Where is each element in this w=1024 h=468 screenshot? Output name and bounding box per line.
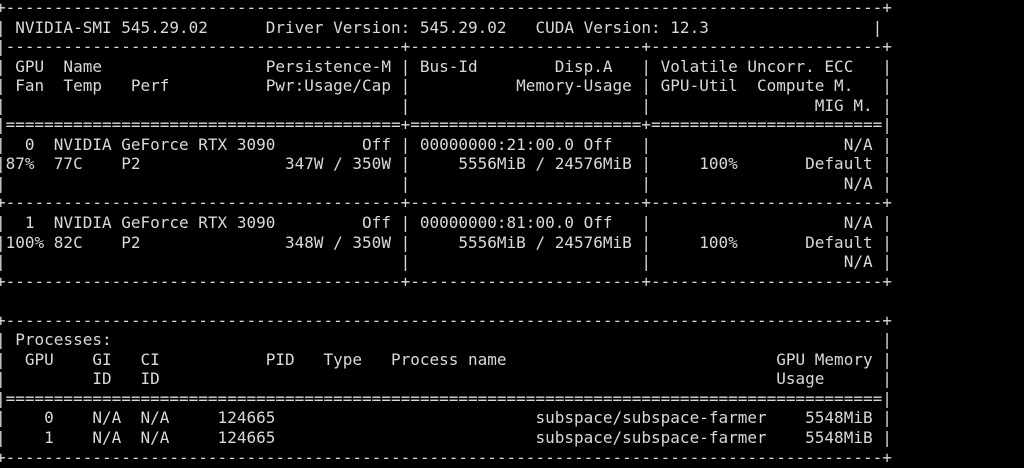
gpu-row-0-divider: +---------------------------------------… <box>0 193 892 213</box>
gpu-row-1-line-3: | | | N/A | <box>0 252 892 272</box>
processes-title: | Processes: | <box>0 330 892 350</box>
top-border: +---------------------------------------… <box>0 0 892 17</box>
process-row-1: | 1 N/A N/A 124665 subspace/subspace-far… <box>0 428 892 448</box>
gpu-row-1-divider: +---------------------------------------… <box>0 271 892 291</box>
processes-eq-divider: |=======================================… <box>0 388 892 408</box>
process-row-0: | 0 N/A N/A 124665 subspace/subspace-far… <box>0 408 892 428</box>
bottom-border: +---------------------------------------… <box>0 447 892 467</box>
gpu-row-1-line-2: |100% 82C P2 348W / 350W | 5556MiB / 245… <box>0 232 892 252</box>
header-divider: |---------------------------------------… <box>0 37 892 57</box>
gpu-table-header-1: | GPU Name Persistence-M | Bus-Id Disp.A… <box>0 56 892 76</box>
smi-header-line: | NVIDIA-SMI 545.29.02 Driver Version: 5… <box>0 17 883 37</box>
gpu-row-1-line-1: | 1 NVIDIA GeForce RTX 3090 Off | 000000… <box>0 213 892 233</box>
processes-top-border: +---------------------------------------… <box>0 310 892 330</box>
processes-header-2: | ID ID Usage | <box>0 369 892 389</box>
gpu-row-0-line-2: |87% 77C P2 347W / 350W | 5556MiB / 2457… <box>0 154 892 174</box>
gpu-table-eq-divider: |=======================================… <box>0 115 892 135</box>
gpu-row-0-line-3: | | | N/A | <box>0 173 892 193</box>
gpu-table-header-2: | Fan Temp Perf Pwr:Usage/Cap | Memory-U… <box>0 76 892 96</box>
terminal-window[interactable]: +---------------------------------------… <box>0 0 1024 468</box>
gpu-row-0-line-1: | 0 NVIDIA GeForce RTX 3090 Off | 000000… <box>0 134 892 154</box>
gpu-table-header-3: | | | MIG M. | <box>0 95 892 115</box>
nvidia-smi-output: +---------------------------------------… <box>0 0 892 467</box>
processes-header-1: | GPU GI CI PID Type Process name GPU Me… <box>0 349 892 369</box>
